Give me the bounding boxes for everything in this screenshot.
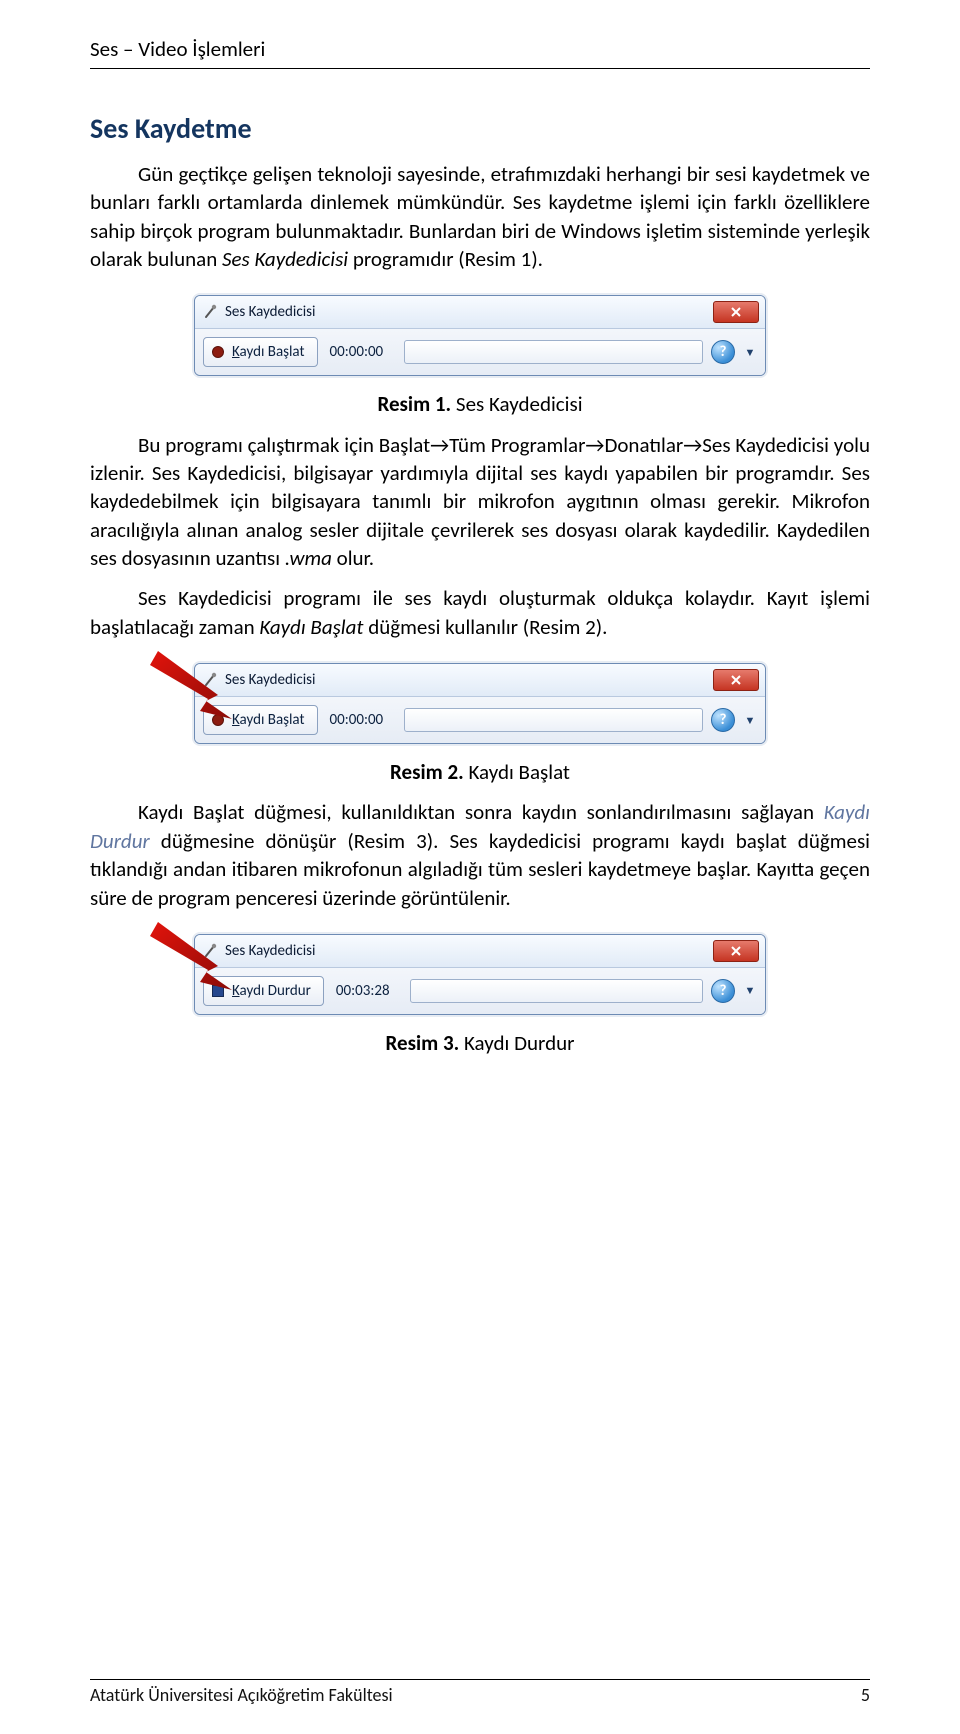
toolbar: Kaydı Başlat 00:00:00 ? ▼ — [195, 697, 765, 743]
progress-track — [410, 979, 703, 1003]
section-title: Ses Kaydetme — [90, 111, 870, 146]
close-icon — [730, 674, 742, 686]
close-button[interactable] — [713, 301, 759, 323]
button-label: Kaydı Başlat — [232, 711, 305, 729]
text: programıdır (Resim 1). — [348, 246, 543, 272]
text: düğmesine dönüşür (Resim 3). Ses kaydedi… — [90, 828, 870, 911]
sound-recorder-window: Ses Kaydedicisi Kaydı Başlat 00:00:00 ? … — [194, 663, 766, 744]
record-start-button[interactable]: Kaydı Başlat — [203, 705, 318, 735]
help-icon: ? — [720, 711, 727, 729]
button-label: Kaydı Başlat — [232, 343, 305, 361]
close-button[interactable] — [713, 669, 759, 691]
record-start-button[interactable]: Kaydı Başlat — [203, 337, 318, 367]
term-ses-kaydedicisi: Ses Kaydedicisi — [222, 246, 348, 272]
help-button[interactable]: ? — [711, 979, 735, 1003]
window-title: Ses Kaydedicisi — [225, 942, 713, 960]
figure-caption-3: Resim 3. Kaydı Durdur — [90, 1029, 870, 1057]
close-icon — [730, 306, 742, 318]
microphone-icon — [203, 672, 219, 688]
help-icon: ? — [720, 982, 727, 1000]
paragraph-2: Bu programı çalıştırmak için Başlat→Tüm … — [90, 431, 870, 573]
text: Kaydı Başlat düğmesi, kullanıldıktan son… — [138, 799, 824, 825]
paragraph-3: Ses Kaydedicisi programı ile ses kaydı o… — [90, 584, 870, 641]
toolbar: Kaydı Durdur 00:03:28 ? ▼ — [195, 968, 765, 1014]
window-title: Ses Kaydedicisi — [225, 671, 713, 689]
chevron-down-icon: ▼ — [745, 714, 756, 727]
text: olur. — [332, 545, 374, 571]
microphone-icon — [203, 304, 219, 320]
stop-icon — [212, 985, 224, 997]
help-button[interactable]: ? — [711, 708, 735, 732]
figure-caption-1: Resim 1. Ses Kaydedicisi — [90, 390, 870, 418]
microphone-icon — [203, 943, 219, 959]
dropdown-caret[interactable]: ▼ — [743, 980, 757, 1002]
footer-org: Atatürk Üniversitesi Açıköğretim Fakülte… — [90, 1684, 393, 1706]
term-kaydi-baslat: Kaydı Başlat — [259, 614, 363, 640]
window-title: Ses Kaydedicisi — [225, 303, 713, 321]
page-header: Ses – Video İşlemleri — [90, 36, 870, 69]
titlebar: Ses Kaydedicisi — [195, 664, 765, 697]
time-display: 00:00:00 — [326, 711, 396, 729]
close-icon — [730, 945, 742, 957]
text: Bu programı çalıştırmak için Başlat→Tüm … — [90, 432, 870, 571]
term-wma: .wma — [285, 545, 332, 571]
time-display: 00:03:28 — [332, 982, 402, 1000]
text: düğmesi kullanılır (Resim 2). — [363, 614, 607, 640]
sound-recorder-window: Ses Kaydedicisi Kaydı Durdur 00:03:28 ? … — [194, 934, 766, 1015]
button-label: Kaydı Durdur — [232, 982, 311, 1000]
dropdown-caret[interactable]: ▼ — [743, 709, 757, 731]
close-button[interactable] — [713, 940, 759, 962]
help-icon: ? — [720, 343, 727, 361]
paragraph-4: Kaydı Başlat düğmesi, kullanıldıktan son… — [90, 798, 870, 911]
page-footer: Atatürk Üniversitesi Açıköğretim Fakülte… — [90, 1679, 870, 1706]
chevron-down-icon: ▼ — [745, 346, 756, 359]
help-button[interactable]: ? — [711, 340, 735, 364]
record-icon — [212, 346, 224, 358]
dropdown-caret[interactable]: ▼ — [743, 341, 757, 363]
time-display: 00:00:00 — [326, 343, 396, 361]
footer-page-number: 5 — [861, 1684, 870, 1706]
figure-caption-2: Resim 2. Kaydı Başlat — [90, 758, 870, 786]
record-stop-button[interactable]: Kaydı Durdur — [203, 976, 324, 1006]
toolbar: Kaydı Başlat 00:00:00 ? ▼ — [195, 329, 765, 375]
titlebar: Ses Kaydedicisi — [195, 935, 765, 968]
sound-recorder-window: Ses Kaydedicisi Kaydı Başlat 00:00:00 ? … — [194, 295, 766, 376]
chevron-down-icon: ▼ — [745, 984, 756, 997]
paragraph-1: Gün geçtikçe gelişen teknoloji sayesinde… — [90, 160, 870, 273]
progress-track — [404, 708, 703, 732]
record-icon — [212, 714, 224, 726]
progress-track — [404, 340, 703, 364]
titlebar: Ses Kaydedicisi — [195, 296, 765, 329]
